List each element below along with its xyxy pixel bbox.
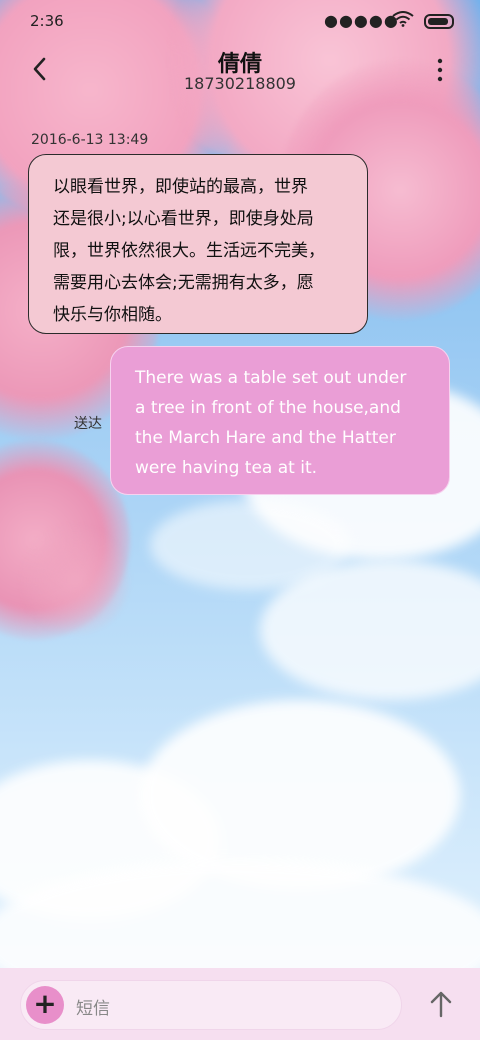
incoming-message-bubble[interactable]: 以眼看世界，即使站的最高，世界 还是很小;以心看世界，即使身处局 限，世界依然很… — [28, 154, 368, 334]
message-line: 需要用心去体会;无需拥有太多，愿 — [53, 273, 314, 293]
message-line: 快乐与你相随。 — [53, 305, 172, 325]
message-line: 限，世界依然很大。生活远不完美， — [53, 241, 325, 261]
message-timestamp: 2016-6-13 13:49 — [31, 132, 149, 148]
message-line: the March Hare and the Hatter — [135, 428, 396, 448]
battery-icon — [424, 14, 454, 29]
status-bar: 2:36 ●●●●● — [0, 0, 480, 40]
status-time: 2:36 — [30, 12, 64, 30]
more-vertical-icon[interactable] — [430, 56, 450, 84]
plus-icon: + — [33, 987, 57, 1020]
message-line: There was a table set out under — [135, 368, 407, 388]
contact-number: 18730218809 — [184, 74, 296, 93]
message-input-placeholder: 短信 — [76, 999, 110, 1019]
outgoing-message-bubble[interactable]: There was a table set out under a tree i… — [110, 346, 450, 495]
add-attachment-button[interactable]: + — [26, 986, 64, 1024]
message-line: were having tea at it. — [135, 458, 318, 478]
message-line: a tree in front of the house,and — [135, 398, 401, 418]
delivery-status: 送达 — [74, 416, 102, 432]
message-line: 以眼看世界，即使站的最高，世界 — [53, 177, 308, 197]
message-composer: + 短信 — [0, 968, 480, 1040]
message-line: 还是很小;以心看世界，即使身处局 — [53, 209, 314, 229]
send-arrow-icon[interactable] — [428, 990, 454, 1018]
wifi-icon — [392, 11, 414, 27]
signal-icon: ●●●●● — [324, 11, 399, 30]
conversation-header: 倩倩 18730218809 — [0, 40, 480, 100]
